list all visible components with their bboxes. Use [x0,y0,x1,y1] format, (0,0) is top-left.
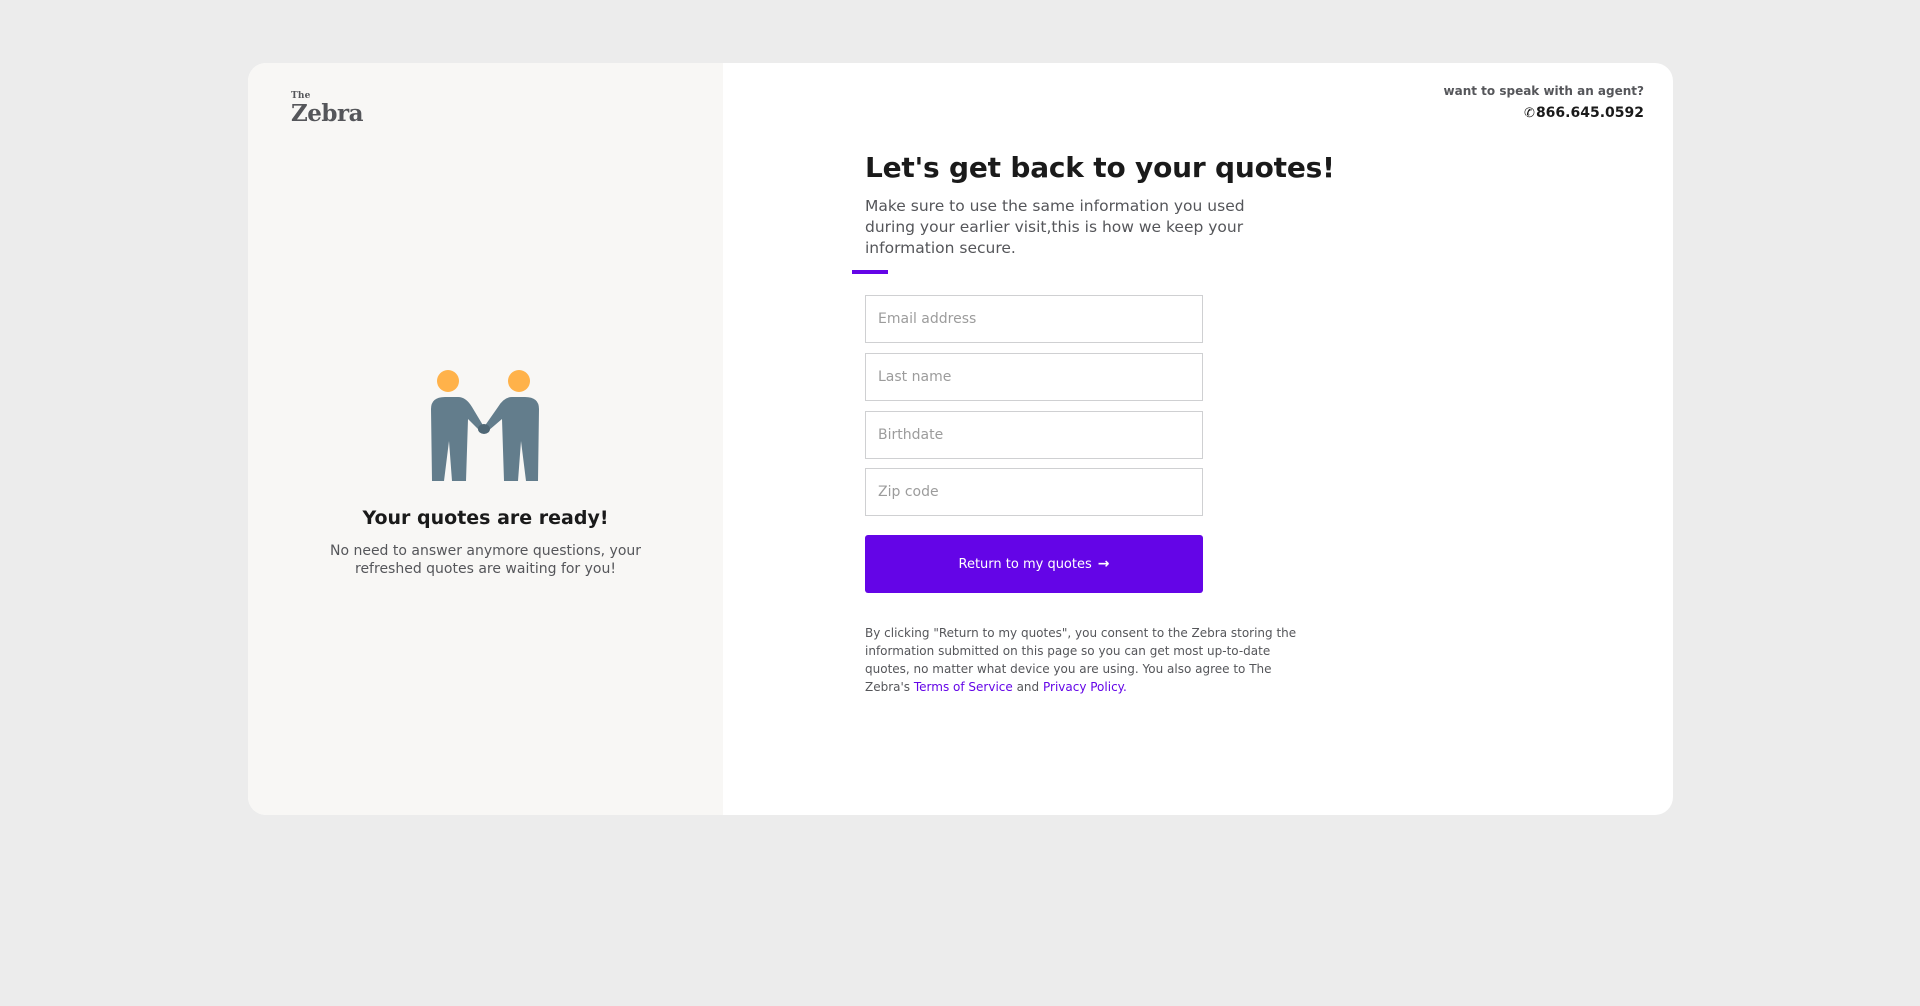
quotes-ready-title: Your quotes are ready! [362,507,609,529]
privacy-policy-link[interactable]: Privacy Policy. [1043,680,1127,694]
page-title: Let's get back to your quotes! [865,151,1335,184]
agent-prompt: want to speak with an agent? [1443,84,1644,98]
main-card: The Zebra Your quotes are ready! No need… [248,63,1673,815]
agent-contact: want to speak with an agent? ✆ 866.645.0… [1444,84,1644,121]
birthdate-field[interactable] [865,411,1203,459]
handshake-people-icon [431,370,539,481]
agent-phone-number: 866.645.0592 [1535,105,1644,121]
email-field[interactable] [865,295,1203,343]
return-to-quotes-button[interactable]: Return to my quotes → [865,535,1203,593]
arrow-right-icon: → [1097,556,1110,572]
agent-phone-link[interactable]: ✆ 866.645.0592 [1444,105,1644,121]
right-panel: want to speak with an agent? ✆ 866.645.0… [723,63,1673,815]
return-to-quotes-label: Return to my quotes [958,556,1092,572]
phone-icon: ✆ [1524,105,1535,121]
logo-zebra-text: Zebra [291,100,364,127]
left-panel: The Zebra Your quotes are ready! No need… [248,63,723,815]
terms-of-service-link[interactable]: Terms of Service [914,680,1013,694]
quotes-ready-subtitle: No need to answer anymore questions, you… [329,543,642,577]
page-subtitle: Make sure to use the same information yo… [865,197,1245,257]
zebra-logo[interactable]: The Zebra [291,92,364,127]
zip-code-field[interactable] [865,468,1203,516]
last-name-field[interactable] [865,353,1203,401]
accent-divider [852,270,888,274]
legal-consent-text: By clicking "Return to my quotes", you c… [865,624,1301,696]
legal-text-between: and [1012,680,1043,694]
